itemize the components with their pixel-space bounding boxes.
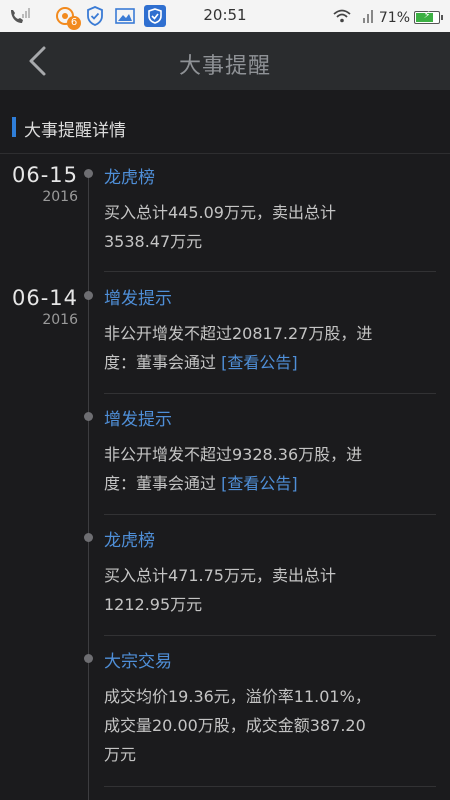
event-line-with-link: 度：董事会通过 [查看公告] [104, 348, 434, 377]
signal-icon [362, 8, 373, 27]
event-divider [104, 514, 436, 515]
event-year: 2016 [42, 312, 78, 328]
event-divider [104, 786, 436, 787]
battery-percentage: 71% [378, 9, 410, 26]
event-line: 买入总计445.09万元，卖出总计 [104, 203, 336, 222]
event-line: 非公开增发不超过20817.27万股，进 [104, 324, 373, 343]
section-accent-bar [12, 117, 16, 137]
status-right-icons: 71% ⚡ [333, 8, 443, 27]
app-header: 大事提醒 [0, 32, 450, 90]
event-divider [104, 635, 436, 636]
page-title: 大事提醒 [178, 54, 271, 79]
event-line: 3538.47万元 [104, 232, 203, 251]
event-title[interactable]: 增发提示 [104, 284, 172, 309]
event-description: 非公开增发不超过20817.27万股，进 度：董事会通过 [查看公告] [104, 319, 434, 377]
timeline-dot [84, 412, 93, 421]
wifi-icon [333, 8, 351, 27]
event-date: 06-15 [11, 163, 78, 187]
event-line: 成交均价19.36元，溢价率11.01%， [104, 687, 371, 706]
event-line: 成交量20.00万股，成交金额387.20 [104, 716, 366, 735]
timeline-dot [84, 654, 93, 663]
view-announcement-link[interactable]: [查看公告] [221, 353, 298, 372]
event-title[interactable]: 龙虎榜 [104, 526, 155, 551]
event-line: 非公开增发不超过9328.36万股，进 [104, 445, 363, 464]
charging-bolt-icon: ⚡ [423, 10, 431, 21]
event-title[interactable]: 龙虎榜 [104, 163, 155, 188]
timeline-dot [84, 291, 93, 300]
date-group-0615: 06-15 2016 [0, 162, 78, 206]
event-description: 买入总计445.09万元，卖出总计 3538.47万元 [104, 198, 434, 256]
event-line: 买入总计471.75万元，卖出总计 [104, 566, 336, 585]
event-title[interactable]: 大宗交易 [104, 647, 172, 672]
event-description: 成交均价19.36元，溢价率11.01%， 成交量20.00万股，成交金额387… [104, 682, 434, 769]
event-year: 2016 [42, 189, 78, 205]
event-line: 万元 [104, 745, 137, 764]
event-line: 1212.95万元 [104, 595, 203, 614]
event-date: 06-14 [11, 286, 78, 310]
event-title[interactable]: 增发提示 [104, 405, 172, 430]
event-line-text: 度：董事会通过 [104, 474, 222, 493]
view-announcement-link[interactable]: [查看公告] [221, 474, 298, 493]
event-divider [104, 271, 436, 272]
timeline-dot [84, 169, 93, 178]
timeline-line [88, 170, 89, 800]
event-description: 买入总计471.75万元，卖出总计 1212.95万元 [104, 561, 434, 619]
timeline-dot [84, 533, 93, 542]
section-title: 大事提醒详情 [24, 121, 126, 141]
event-line-with-link: 度：董事会通过 [查看公告] [104, 469, 434, 498]
status-bar: 6 20:51 71% ⚡ [0, 0, 450, 32]
section-header: 大事提醒详情 [0, 90, 450, 154]
event-line-text: 度：董事会通过 [104, 353, 222, 372]
battery-icon: ⚡ [414, 10, 443, 24]
date-group-0614: 06-14 2016 [0, 285, 78, 329]
event-divider [104, 393, 436, 394]
event-description: 非公开增发不超过9328.36万股，进 度：董事会通过 [查看公告] [104, 440, 434, 498]
